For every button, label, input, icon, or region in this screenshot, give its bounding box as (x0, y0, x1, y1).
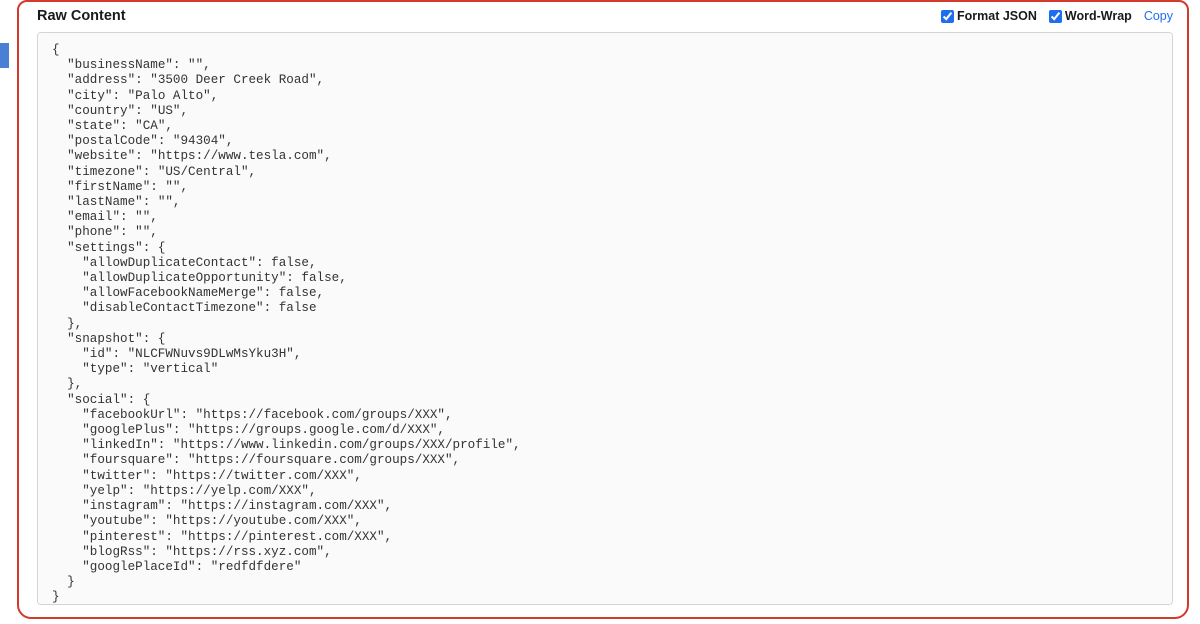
copy-button[interactable]: Copy (1144, 9, 1173, 23)
raw-content-text: { "businessName": "", "address": "3500 D… (52, 43, 1158, 605)
word-wrap-toggle[interactable]: Word-Wrap (1049, 9, 1132, 23)
format-json-label: Format JSON (957, 9, 1037, 23)
left-edge-accent (0, 43, 9, 68)
format-json-toggle[interactable]: Format JSON (941, 9, 1037, 23)
format-json-checkbox[interactable] (941, 10, 954, 23)
panel-header: Raw Content Format JSON Word-Wrap Copy (19, 2, 1187, 32)
panel-controls: Format JSON Word-Wrap Copy (941, 9, 1173, 23)
word-wrap-checkbox[interactable] (1049, 10, 1062, 23)
panel-title: Raw Content (37, 8, 126, 24)
word-wrap-label: Word-Wrap (1065, 9, 1132, 23)
code-box[interactable]: { "businessName": "", "address": "3500 D… (37, 32, 1173, 605)
raw-content-panel: Raw Content Format JSON Word-Wrap Copy {… (17, 0, 1189, 619)
